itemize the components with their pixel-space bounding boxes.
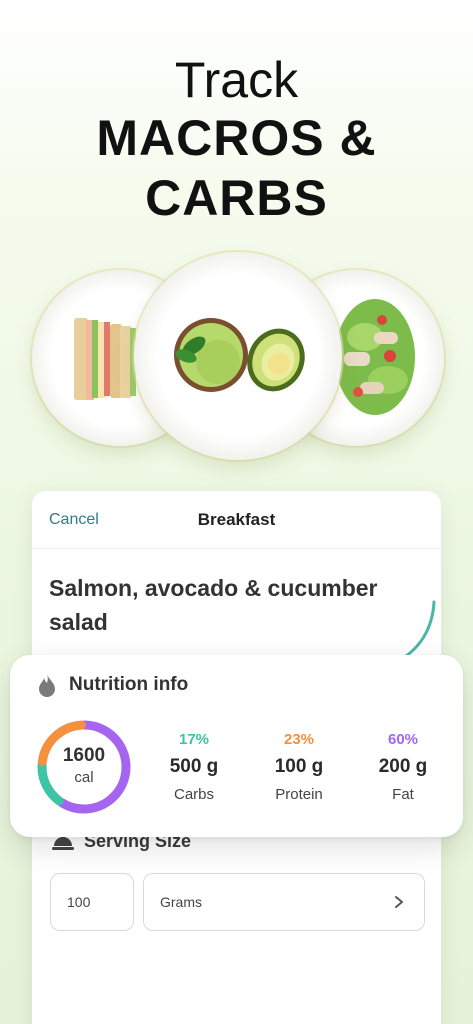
- macro-carbs-percent: 17%: [178, 731, 210, 748]
- macro-carbs-label: Carbs: [173, 786, 214, 803]
- salad-illustration: [335, 299, 415, 415]
- chevron-right-icon: [395, 896, 403, 908]
- calories-value: 1600: [62, 745, 106, 766]
- card-header: Cancel Breakfast: [32, 491, 441, 549]
- nutrition-title: Nutrition info: [69, 674, 189, 695]
- calories-unit: cal: [74, 769, 94, 786]
- macro-carbs: 17% 500 g Carbs: [144, 731, 244, 805]
- serving-unit-value: Grams: [160, 894, 202, 910]
- macro-fat-percent: 60%: [387, 731, 419, 748]
- headline-track: Track: [174, 52, 299, 108]
- serving-unit-select[interactable]: Grams: [143, 873, 425, 931]
- macro-fat-label: Fat: [392, 786, 414, 803]
- headline-carbs: CARBS: [145, 170, 328, 226]
- guacamole-bowl-illustration: [174, 318, 248, 392]
- macro-fat: 60% 200 g Fat: [353, 731, 453, 805]
- serving-quantity-value: 100: [67, 894, 91, 910]
- serving-row: 100 Grams: [50, 873, 425, 931]
- sandwich-illustration: [74, 318, 136, 400]
- calories-readout: 1600 cal: [34, 717, 134, 817]
- headline-macros: MACROS &: [96, 110, 377, 166]
- food-plates-illustration: [0, 250, 473, 470]
- macro-protein-label: Protein: [275, 786, 323, 803]
- macro-protein-percent: 23%: [283, 731, 315, 748]
- headline: Track MACROS & CARBS: [0, 52, 473, 228]
- macro-carbs-amount: 500 g: [169, 756, 219, 777]
- macro-fat-amount: 200 g: [378, 756, 428, 777]
- nutrition-header: Nutrition info: [37, 673, 188, 697]
- serving-quantity-input[interactable]: 100: [50, 873, 134, 931]
- avocado-illustration: [247, 328, 305, 392]
- flame-icon: [39, 674, 55, 697]
- macro-protein-amount: 100 g: [274, 756, 324, 777]
- macro-protein: 23% 100 g Protein: [249, 731, 349, 805]
- calories-ring: 1600 cal: [34, 717, 134, 817]
- cancel-button[interactable]: Cancel: [49, 511, 99, 529]
- nutrition-info-panel: Nutrition info 1600 cal 17% 500 g Carbs …: [10, 655, 463, 837]
